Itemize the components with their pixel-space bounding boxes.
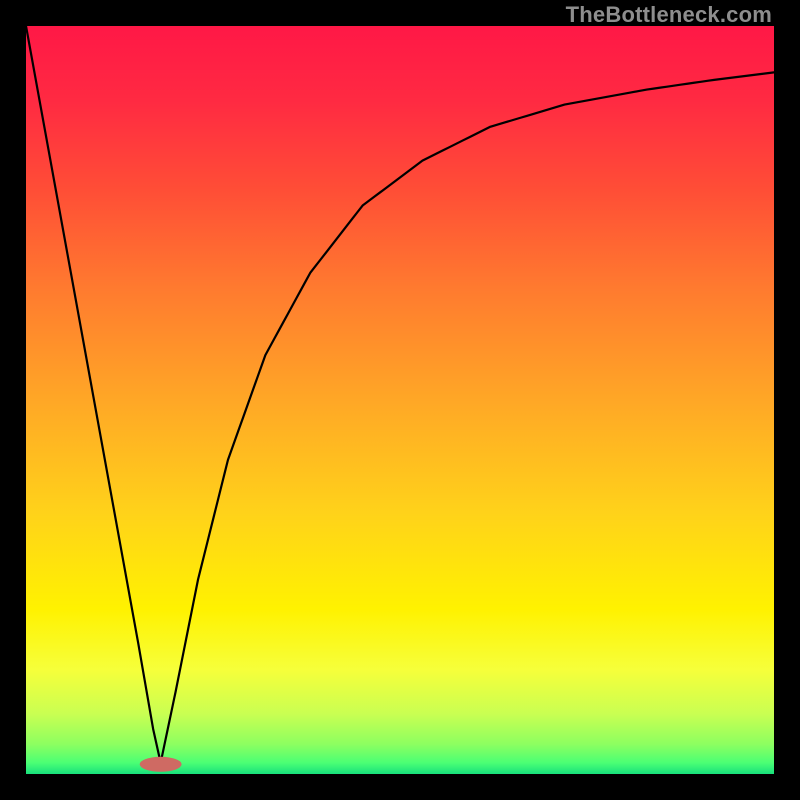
optimum-marker [140, 757, 182, 772]
gradient-background [26, 26, 774, 774]
bottleneck-curve-plot [26, 26, 774, 774]
watermark-text: TheBottleneck.com [566, 2, 772, 28]
chart-frame: TheBottleneck.com [0, 0, 800, 800]
